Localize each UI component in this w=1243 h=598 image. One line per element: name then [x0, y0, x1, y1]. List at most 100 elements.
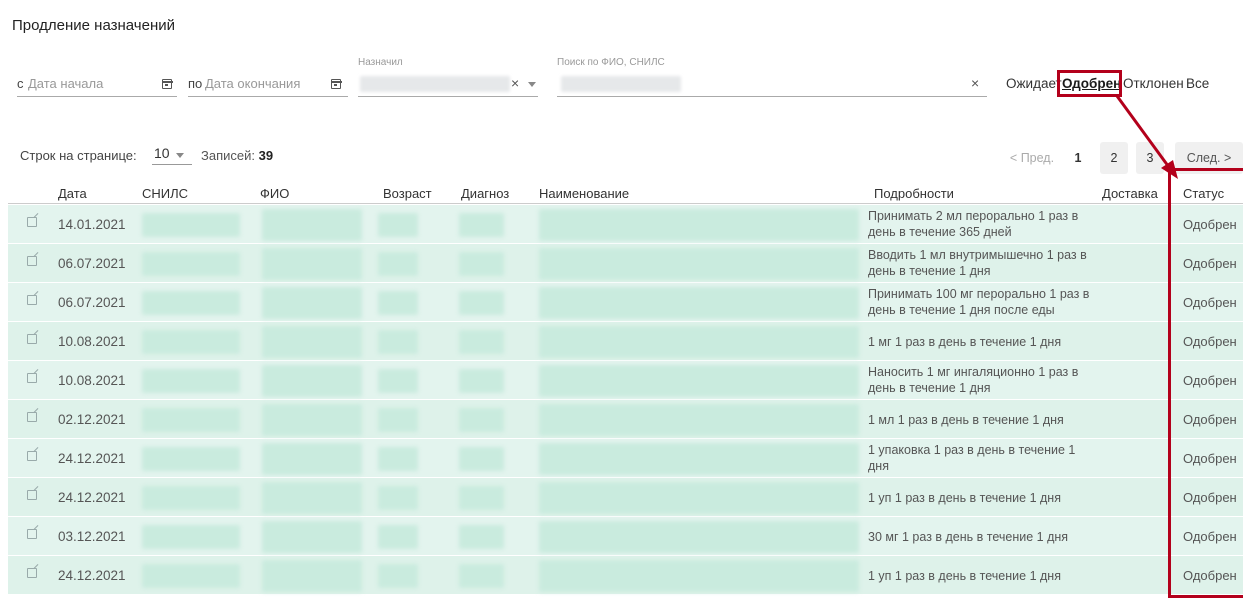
column-header-snils[interactable]: СНИЛС	[142, 186, 188, 201]
prev-page-button[interactable]: < Пред.	[1002, 142, 1062, 174]
prescriber-select-value[interactable]	[360, 76, 510, 92]
cell-name-redacted	[262, 326, 362, 358]
search-input[interactable]	[561, 76, 681, 92]
prescriber-label: Назначил	[358, 57, 403, 68]
table-row[interactable]: 02.12.2021 1 мл 1 раз в день в течение 1…	[8, 400, 1243, 439]
cell-details: 30 мг 1 раз в день в течение 1 дня	[868, 530, 1069, 544]
date-to-prefix: по	[188, 76, 203, 91]
table-row[interactable]: 14.01.2021 Принимать 2 мл перорально 1 р…	[8, 205, 1243, 244]
cell-age-redacted	[378, 213, 418, 237]
table-row[interactable]: 10.08.2021 Наносить 1 мг ингаляционно 1 …	[8, 361, 1243, 400]
cell-date: 24.12.2021	[58, 451, 126, 466]
cell-diagnosis-redacted	[459, 252, 504, 276]
cell-name-redacted	[262, 521, 362, 553]
cell-item-redacted	[539, 209, 859, 241]
cell-date: 06.07.2021	[58, 256, 126, 271]
table-row[interactable]: 24.12.2021 1 уп 1 раз в день в течение 1…	[8, 478, 1243, 517]
cell-item-redacted	[539, 521, 859, 553]
table-row[interactable]: 06.07.2021 Принимать 100 мг перорально 1…	[8, 283, 1243, 322]
tab-rejected[interactable]: Отклонен	[1123, 76, 1184, 91]
open-external-icon[interactable]	[27, 529, 37, 539]
column-header-age[interactable]: Возраст	[383, 186, 432, 201]
open-external-icon[interactable]	[27, 256, 37, 266]
cell-date: 02.12.2021	[58, 412, 126, 427]
cell-name-redacted	[262, 443, 362, 475]
page-3-button[interactable]: 3	[1136, 142, 1164, 174]
date-from-underline	[17, 96, 177, 97]
cell-date: 24.12.2021	[58, 490, 126, 505]
tab-pending[interactable]: Ожидает	[1006, 76, 1062, 91]
table-row[interactable]: 10.08.2021 1 мг 1 раз в день в течение 1…	[8, 322, 1243, 361]
cell-diagnosis-redacted	[459, 369, 504, 393]
clear-prescriber-icon[interactable]: ×	[511, 75, 519, 91]
column-header-diagnosis[interactable]: Диагноз	[461, 186, 509, 201]
cell-snils-redacted	[142, 525, 240, 549]
cell-name-redacted	[262, 404, 362, 436]
cell-diagnosis-redacted	[459, 213, 504, 237]
table-row[interactable]: 24.12.2021 1 уп 1 раз в день в течение 1…	[8, 556, 1243, 595]
cell-snils-redacted	[142, 564, 240, 588]
calendar-icon[interactable]	[330, 79, 342, 89]
cell-details: Наносить 1 мг ингаляционно 1 раз в день …	[868, 365, 1079, 395]
cell-details: Принимать 2 мл перорально 1 раз в день в…	[868, 209, 1079, 239]
column-header-item[interactable]: Наименование	[539, 186, 629, 201]
cell-item-redacted	[539, 248, 859, 280]
cell-diagnosis-redacted	[459, 525, 504, 549]
cell-details: 1 уп 1 раз в день в течение 1 дня	[868, 569, 1061, 583]
table-row[interactable]: 24.12.2021 1 упаковка 1 раз в день в теч…	[8, 439, 1243, 478]
open-external-icon[interactable]	[27, 373, 37, 383]
page-title: Продление назначений	[12, 17, 175, 34]
open-external-icon[interactable]	[27, 334, 37, 344]
approved-tab-highlight	[1057, 70, 1122, 97]
table-row[interactable]: 03.12.2021 30 мг 1 раз в день в течение …	[8, 517, 1243, 556]
cell-name-redacted	[262, 248, 362, 280]
rows-per-page-underline	[152, 164, 192, 165]
chevron-down-icon[interactable]	[528, 82, 536, 87]
cell-item-redacted	[539, 560, 859, 592]
page-2-button[interactable]: 2	[1100, 142, 1128, 174]
calendar-icon[interactable]	[161, 79, 173, 89]
date-to-input[interactable]: Дата окончания	[205, 76, 300, 91]
clear-search-icon[interactable]: ×	[971, 75, 979, 91]
cell-snils-redacted	[142, 252, 240, 276]
open-external-icon[interactable]	[27, 412, 37, 422]
open-external-icon[interactable]	[27, 490, 37, 500]
chevron-down-icon[interactable]	[176, 153, 184, 158]
prescriber-underline	[358, 96, 538, 97]
tab-all[interactable]: Все	[1186, 76, 1209, 91]
cell-item-redacted	[539, 443, 859, 475]
cell-diagnosis-redacted	[459, 564, 504, 588]
cell-details: Принимать 100 мг перорально 1 раз в день…	[868, 287, 1090, 317]
cell-snils-redacted	[142, 213, 240, 237]
search-underline	[557, 96, 987, 97]
rows-per-page-select[interactable]: 10	[154, 145, 170, 161]
date-from-input[interactable]: Дата начала	[28, 76, 103, 91]
date-from-prefix: с	[17, 76, 24, 91]
cell-details: 1 мг 1 раз в день в течение 1 дня	[868, 335, 1062, 349]
open-external-icon[interactable]	[27, 568, 37, 578]
cell-snils-redacted	[142, 330, 240, 354]
column-header-delivery[interactable]: Доставка	[1102, 186, 1158, 201]
cell-age-redacted	[378, 525, 418, 549]
cell-item-redacted	[539, 326, 859, 358]
cell-date: 10.08.2021	[58, 334, 126, 349]
cell-name-redacted	[262, 287, 362, 319]
cell-diagnosis-redacted	[459, 486, 504, 510]
cell-item-redacted	[539, 287, 859, 319]
column-header-name[interactable]: ФИО	[260, 186, 289, 201]
table-row[interactable]: 06.07.2021 Вводить 1 мл внутримышечно 1 …	[8, 244, 1243, 283]
column-header-date[interactable]: Дата	[58, 186, 87, 201]
cell-item-redacted	[539, 365, 859, 397]
cell-snils-redacted	[142, 486, 240, 510]
cell-date: 10.08.2021	[58, 373, 126, 388]
cell-snils-redacted	[142, 369, 240, 393]
cell-item-redacted	[539, 404, 859, 436]
cell-date: 03.12.2021	[58, 529, 126, 544]
column-header-details[interactable]: Подробности	[874, 186, 954, 201]
open-external-icon[interactable]	[27, 217, 37, 227]
open-external-icon[interactable]	[27, 451, 37, 461]
open-external-icon[interactable]	[27, 295, 37, 305]
rows-per-page-label: Строк на странице:	[20, 148, 137, 163]
page-1-button[interactable]: 1	[1064, 142, 1092, 174]
cell-age-redacted	[378, 486, 418, 510]
